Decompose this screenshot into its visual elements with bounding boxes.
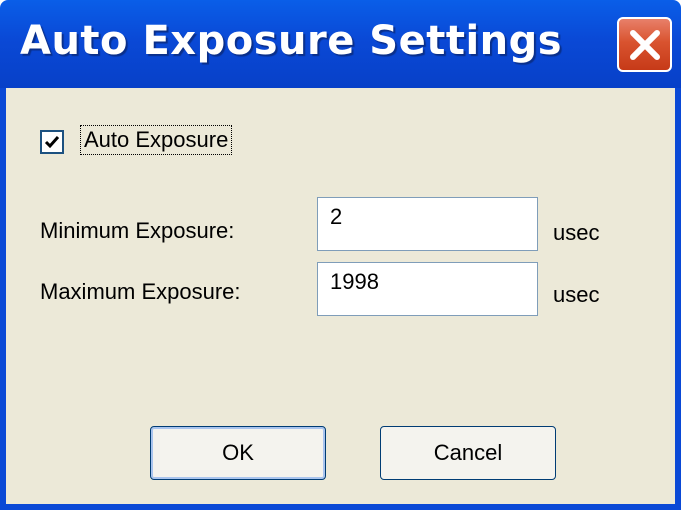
close-button[interactable] (617, 17, 672, 72)
checkmark-icon (44, 136, 60, 149)
window-title: Auto Exposure Settings (20, 18, 563, 64)
close-icon (630, 30, 660, 60)
minimum-exposure-label: Minimum Exposure: (40, 218, 235, 243)
auto-exposure-checkbox[interactable] (40, 130, 64, 154)
maximum-exposure-unit: usec (553, 282, 600, 307)
maximum-exposure-label: Maximum Exposure: (40, 279, 241, 304)
title-bar[interactable]: Auto Exposure Settings (0, 0, 681, 88)
minimum-exposure-input[interactable]: 2 (317, 197, 538, 251)
ok-button[interactable]: OK (150, 426, 326, 480)
auto-exposure-label[interactable]: Auto Exposure (80, 125, 233, 155)
dialog-window: Auto Exposure Settings Auto Exposure Min… (0, 0, 681, 510)
cancel-button[interactable]: Cancel (380, 426, 556, 480)
maximum-exposure-input[interactable]: 1998 (317, 262, 538, 316)
minimum-exposure-unit: usec (553, 220, 600, 245)
